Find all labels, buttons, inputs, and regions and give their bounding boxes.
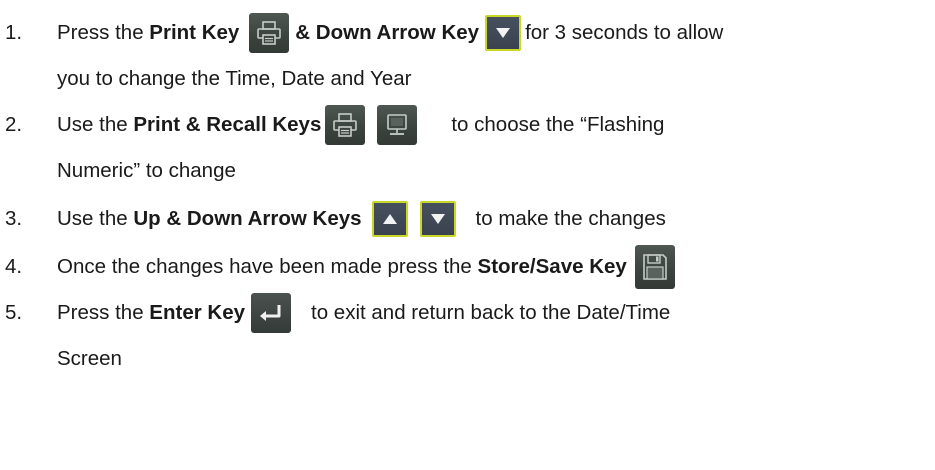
step-text: Use the <box>57 207 134 230</box>
step-text: to exit and return back to the Date/Time <box>311 301 671 324</box>
step-keyword: Enter Key <box>149 301 246 324</box>
step-number: 3. <box>5 207 23 230</box>
step-keyword: Store/Save Key <box>477 255 627 278</box>
down-arrow-icon <box>419 201 456 237</box>
step-text: for 3 seconds to allow <box>525 21 724 44</box>
step-text: Press the <box>57 21 150 44</box>
printer-icon <box>249 13 290 53</box>
step-1-continued-content: you to change the Time, Date and Year <box>57 67 411 91</box>
step-1-content: Press the Print Key & Down Arrow Key for… <box>57 13 723 53</box>
step-keyword: Up & Down Arrow Keys <box>133 207 362 230</box>
step-text: Numeric” to change <box>57 159 236 182</box>
step-text: to make the changes <box>475 207 666 230</box>
step-4-content: Once the changes have been made press th… <box>57 245 675 289</box>
step-text: Use the <box>57 113 134 136</box>
step-text: you to change the Time, Date and Year <box>57 67 412 90</box>
step-number: 4. <box>5 255 23 278</box>
step-5-content: Press the Enter Key to exit and return b… <box>57 293 670 333</box>
step-text: Once the changes have been made press th… <box>57 255 478 278</box>
step-2-continued-content: Numeric” to change <box>57 159 236 183</box>
step-text: to choose the “Flashing <box>451 113 665 136</box>
step-number: 2. <box>5 113 23 136</box>
enter-return-icon <box>251 293 292 333</box>
step-3-content: Use the Up & Down Arrow Keys to make the… <box>57 201 666 237</box>
step-text: Press the <box>57 301 150 324</box>
floppy-disk-icon <box>634 245 675 289</box>
step-number: 5. <box>5 301 23 324</box>
step-keyword: Print & Recall Keys <box>133 113 322 136</box>
printer-icon <box>325 105 366 145</box>
step-keyword: & Down Arrow Key <box>295 21 480 44</box>
down-arrow-icon <box>485 15 522 51</box>
step-2-content: Use the Print & Recall Keys to choose th… <box>57 105 664 145</box>
step-text: Screen <box>57 347 122 370</box>
up-arrow-icon <box>371 201 408 237</box>
step-5-continued-content: Screen <box>57 347 122 371</box>
step-keyword: Print Key <box>149 21 240 44</box>
monitor-icon <box>377 105 418 145</box>
step-number: 1. <box>5 21 23 44</box>
